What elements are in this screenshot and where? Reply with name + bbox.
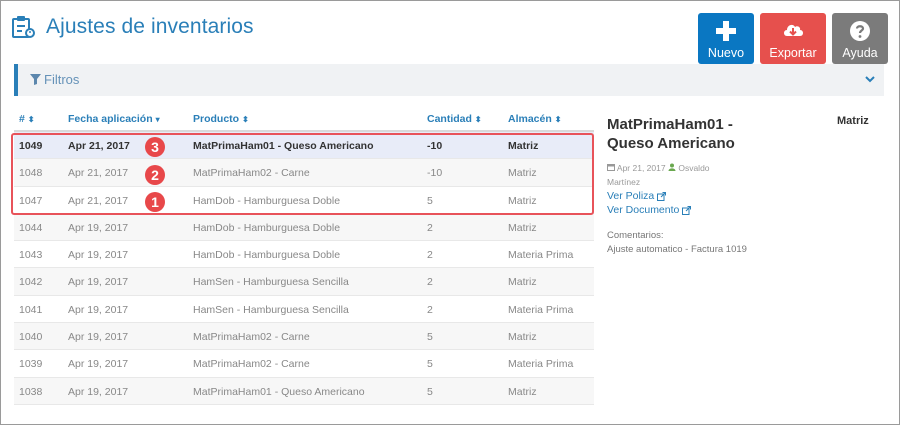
sort-icon: ⬍	[474, 114, 482, 124]
column-header-quantity[interactable]: Cantidad ⬍	[427, 113, 482, 125]
table-row[interactable]: 1039 Apr 19, 2017 MatPrimaHam02 - Carne …	[14, 350, 594, 378]
detail-panel: MatPrimaHam01 - Queso Americano Matriz A…	[607, 115, 882, 257]
sort-desc-icon: ▾	[155, 114, 160, 124]
plus-icon	[716, 21, 736, 41]
external-link-icon	[682, 205, 692, 215]
export-button[interactable]: Exportar	[760, 13, 826, 64]
filters-label: Filtros	[44, 72, 80, 87]
new-button[interactable]: Nuevo	[698, 13, 754, 64]
table-row[interactable]: 1044 Apr 19, 2017 HamDob - Hamburguesa D…	[14, 213, 594, 242]
export-button-label: Exportar	[769, 46, 817, 60]
calendar-icon	[607, 164, 615, 171]
page-title: Ajustes de inventarios	[46, 15, 254, 38]
table-row[interactable]: 1043 Apr 19, 2017 HamDob - Hamburguesa D…	[14, 241, 594, 269]
step-marker-3: 3	[145, 137, 165, 157]
chevron-down-icon[interactable]	[864, 73, 876, 85]
table-row[interactable]: 1040 Apr 19, 2017 MatPrimaHam02 - Carne …	[14, 323, 594, 351]
filter-icon	[30, 74, 41, 85]
user-icon	[668, 163, 676, 171]
detail-date: Apr 21, 2017	[616, 163, 666, 173]
new-button-label: Nuevo	[707, 46, 745, 60]
sort-icon: ⬍	[27, 114, 35, 124]
view-poliza-link[interactable]: Ver Poliza	[607, 189, 882, 203]
view-document-link[interactable]: Ver Documento	[607, 203, 882, 217]
table-row[interactable]: 1049 Apr 21, 2017 MatPrimaHam01 - Queso …	[14, 132, 594, 160]
table-row[interactable]: 1038 Apr 19, 2017 MatPrimaHam01 - Queso …	[14, 377, 594, 405]
table-row[interactable]: 1048 Apr 21, 2017 MatPrimaHam02 - Carne …	[14, 159, 594, 187]
column-header-id[interactable]: # ⬍	[19, 113, 35, 125]
table-row[interactable]: 1041 Apr 19, 2017 HamSen - Hamburguesa S…	[14, 296, 594, 324]
comments-text: Ajuste automatico - Factura 1019	[607, 244, 747, 255]
comments-label: Comentarios:	[607, 230, 664, 241]
page-header: Ajustes de inventarios	[10, 14, 254, 40]
table-header: # ⬍ Fecha aplicación ▾ Producto ⬍ Cantidad ⬍…	[14, 108, 594, 132]
step-marker-1: 1	[145, 192, 165, 212]
detail-comments: Comentarios: Ajuste automatico - Factura…	[607, 229, 882, 257]
cloud-download-icon	[784, 24, 803, 36]
sort-icon: ⬍	[242, 114, 249, 124]
help-button[interactable]: Ayuda	[832, 13, 888, 64]
question-icon	[850, 21, 870, 41]
detail-meta: Apr 21, 2017 Osvaldo Martínez	[607, 161, 727, 189]
detail-title: MatPrimaHam01 - Queso Americano	[607, 116, 735, 152]
table-row[interactable]: 1047 Apr 21, 2017 HamDob - Hamburguesa D…	[14, 187, 594, 214]
external-link-icon	[657, 191, 667, 201]
help-button-label: Ayuda	[842, 46, 878, 60]
inventory-adjust-icon	[12, 16, 35, 38]
detail-warehouse: Matriz	[837, 115, 869, 127]
filters-panel[interactable]: Filtros	[14, 64, 884, 96]
table-row[interactable]: 1042 Apr 19, 2017 HamSen - Hamburguesa S…	[14, 268, 594, 296]
step-marker-2: 2	[145, 165, 165, 185]
filters-toggle[interactable]: Filtros	[30, 72, 79, 87]
sort-icon: ⬍	[554, 114, 562, 124]
column-header-warehouse[interactable]: Almacén ⬍	[508, 113, 561, 125]
adjustments-table: # ⬍ Fecha aplicación ▾ Producto ⬍ Cantidad ⬍…	[14, 108, 594, 405]
column-header-product[interactable]: Producto ⬍	[193, 113, 249, 125]
column-header-date[interactable]: Fecha aplicación ▾	[68, 113, 160, 125]
